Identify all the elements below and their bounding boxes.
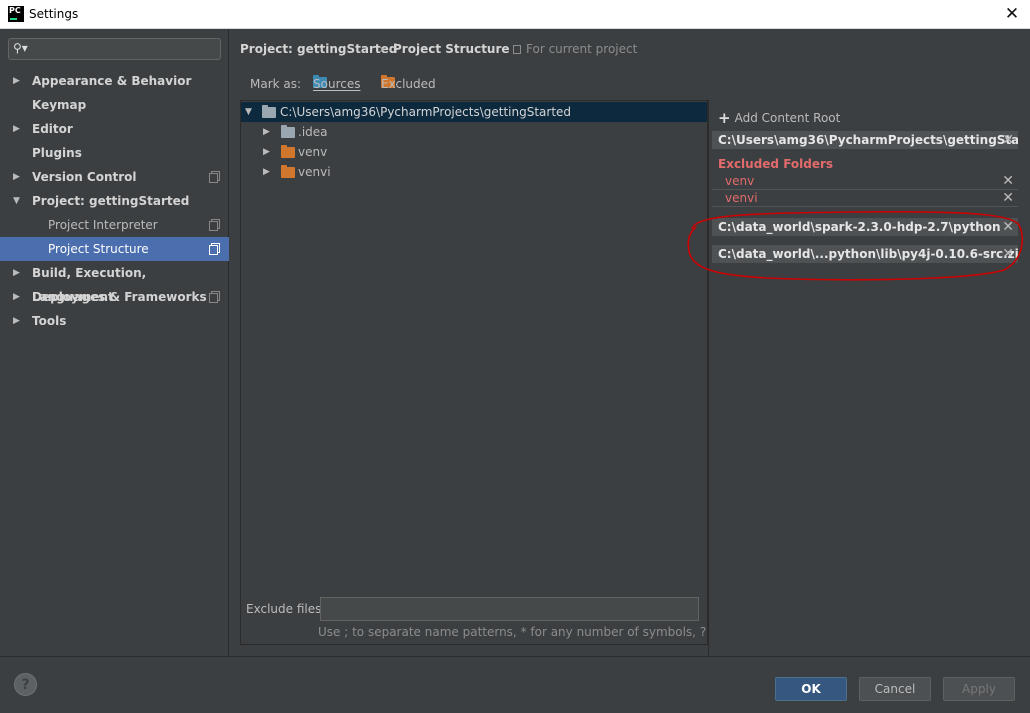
search-icon: ⚲▾ [13,41,28,55]
expand-arrow-icon[interactable]: ▶ [13,165,20,189]
add-content-root-button[interactable]: + Add Content Root [718,109,840,127]
sidebar-item-label: Tools [32,314,67,328]
breadcrumb-current: Project Structure [393,42,510,56]
tree-node-label: venv [298,145,328,159]
dialog-footer: ? OK Cancel Apply [0,656,1030,713]
excluded-folder-row: venv ✕ [712,173,1018,190]
tree-root-node[interactable]: ▼ C:\Users\amg36\PycharmProjects\getting… [241,102,707,122]
scope-text: For current project [526,42,638,56]
annotation-circle [687,210,1023,281]
expand-arrow-icon[interactable]: ▶ [263,142,270,162]
cancel-button[interactable]: Cancel [859,677,931,701]
content-root-header: C:\Users\amg36\PycharmProjects\gettingSt… [712,131,1018,149]
collapse-arrow-icon[interactable]: ▼ [13,189,20,213]
sidebar-item-editor[interactable]: ▶ Editor [0,117,229,141]
breadcrumb-parent[interactable]: Project: gettingStarted [240,42,397,56]
app-icon-text: PC [9,6,21,15]
sidebar-item-label: Plugins [32,146,82,160]
excluded-folder-icon [281,165,295,178]
sidebar-item-keymap[interactable]: Keymap [0,93,229,117]
breadcrumb-separator: › [379,42,384,56]
directory-tree[interactable]: ▼ C:\Users\amg36\PycharmProjects\getting… [240,100,708,645]
expand-arrow-icon[interactable]: ▶ [263,122,270,142]
sidebar-item-label: Project Interpreter [48,218,158,232]
ok-button[interactable]: OK [775,677,847,701]
expand-arrow-icon[interactable]: ▶ [263,162,270,182]
sidebar-item-label: Editor [32,122,73,136]
add-content-root-label: Add Content Root [734,111,841,125]
project-scope-icon [513,45,521,54]
folder-icon [262,105,276,118]
exclude-files-input[interactable] [320,597,699,621]
collapse-arrow-icon[interactable]: ▼ [245,102,252,122]
expand-arrow-icon[interactable]: ▶ [13,261,20,285]
folder-icon [281,125,295,138]
pycharm-logo-icon: PC [8,6,24,22]
tree-node-label: venvi [298,165,331,179]
content-root-path: C:\Users\amg36\PycharmProjects\gettingSt… [718,133,1018,147]
sidebar-item-label: Project: gettingStarted [32,194,190,208]
mark-sources-label: Sources [313,77,361,91]
help-icon[interactable]: ? [14,673,37,696]
mark-excluded-label: Excluded [381,77,436,91]
remove-root-icon[interactable]: ✕ [1002,131,1014,149]
sidebar-item-build-execution-deployment[interactable]: ▶ Build, Execution, Deployment [0,261,229,304]
sidebar-item-project-structure[interactable]: Project Structure [0,237,229,261]
sidebar-item-tools[interactable]: ▶ Tools [0,309,229,333]
expand-arrow-icon[interactable]: ▶ [13,69,20,93]
search-input[interactable]: ⚲▾ [8,38,221,60]
project-scope-icon [209,243,220,255]
sidebar-item-languages-frameworks[interactable]: ▶ Languages & Frameworks [0,285,229,309]
tree-node-venvi[interactable]: ▶ venvi [241,162,707,182]
sidebar-item-version-control[interactable]: ▶ Version Control [0,165,229,189]
excluded-folder-name: venv [725,174,755,188]
window-title: Settings [29,7,79,21]
expand-arrow-icon[interactable]: ▶ [13,309,20,333]
sidebar-item-label: Languages & Frameworks [32,290,207,304]
tree-node-label: .idea [298,125,328,139]
excluded-folder-row: venvi ✕ [712,190,1018,207]
tree-root-label: C:\Users\amg36\PycharmProjects\gettingSt… [280,105,572,119]
close-icon[interactable]: ✕ [1003,5,1021,23]
tree-node-venv[interactable]: ▶ venv [241,142,707,162]
remove-excluded-icon[interactable]: ✕ [1002,190,1014,207]
expand-arrow-icon[interactable]: ▶ [13,117,20,141]
expand-arrow-icon[interactable]: ▶ [13,285,20,309]
sidebar-item-project-interpreter[interactable]: Project Interpreter [0,213,229,237]
settings-sidebar: ⚲▾ ▶ Appearance & Behavior Keymap ▶ Edit… [0,29,229,656]
remove-excluded-icon[interactable]: ✕ [1002,173,1014,190]
sidebar-item-appearance-behavior[interactable]: ▶ Appearance & Behavior [0,69,229,93]
tree-node-idea[interactable]: ▶ .idea [241,122,707,142]
title-bar: PC Settings ✕ [0,0,1030,29]
sidebar-item-label: Project Structure [48,242,149,256]
project-scope-icon [209,171,220,183]
plus-icon: + [718,109,731,127]
sidebar-item-project[interactable]: ▼ Project: gettingStarted [0,189,229,213]
sidebar-item-label: Appearance & Behavior [32,74,192,88]
project-scope-icon [209,219,220,231]
project-scope-icon [209,291,220,303]
excluded-folders-title: Excluded Folders [718,157,834,171]
sidebar-item-label: Version Control [32,170,137,184]
apply-button[interactable]: Apply [943,677,1015,701]
mark-as-label: Mark as: [250,77,302,91]
sidebar-item-plugins[interactable]: Plugins [0,141,229,165]
excluded-folder-name: venvi [725,191,758,205]
exclude-files-label: Exclude files: [246,602,326,616]
exclude-files-hint: Use ; to separate name patterns, * for a… [318,625,757,639]
sidebar-item-label: Keymap [32,98,87,112]
scope-label: For current project [513,42,637,56]
excluded-folder-icon [281,145,295,158]
